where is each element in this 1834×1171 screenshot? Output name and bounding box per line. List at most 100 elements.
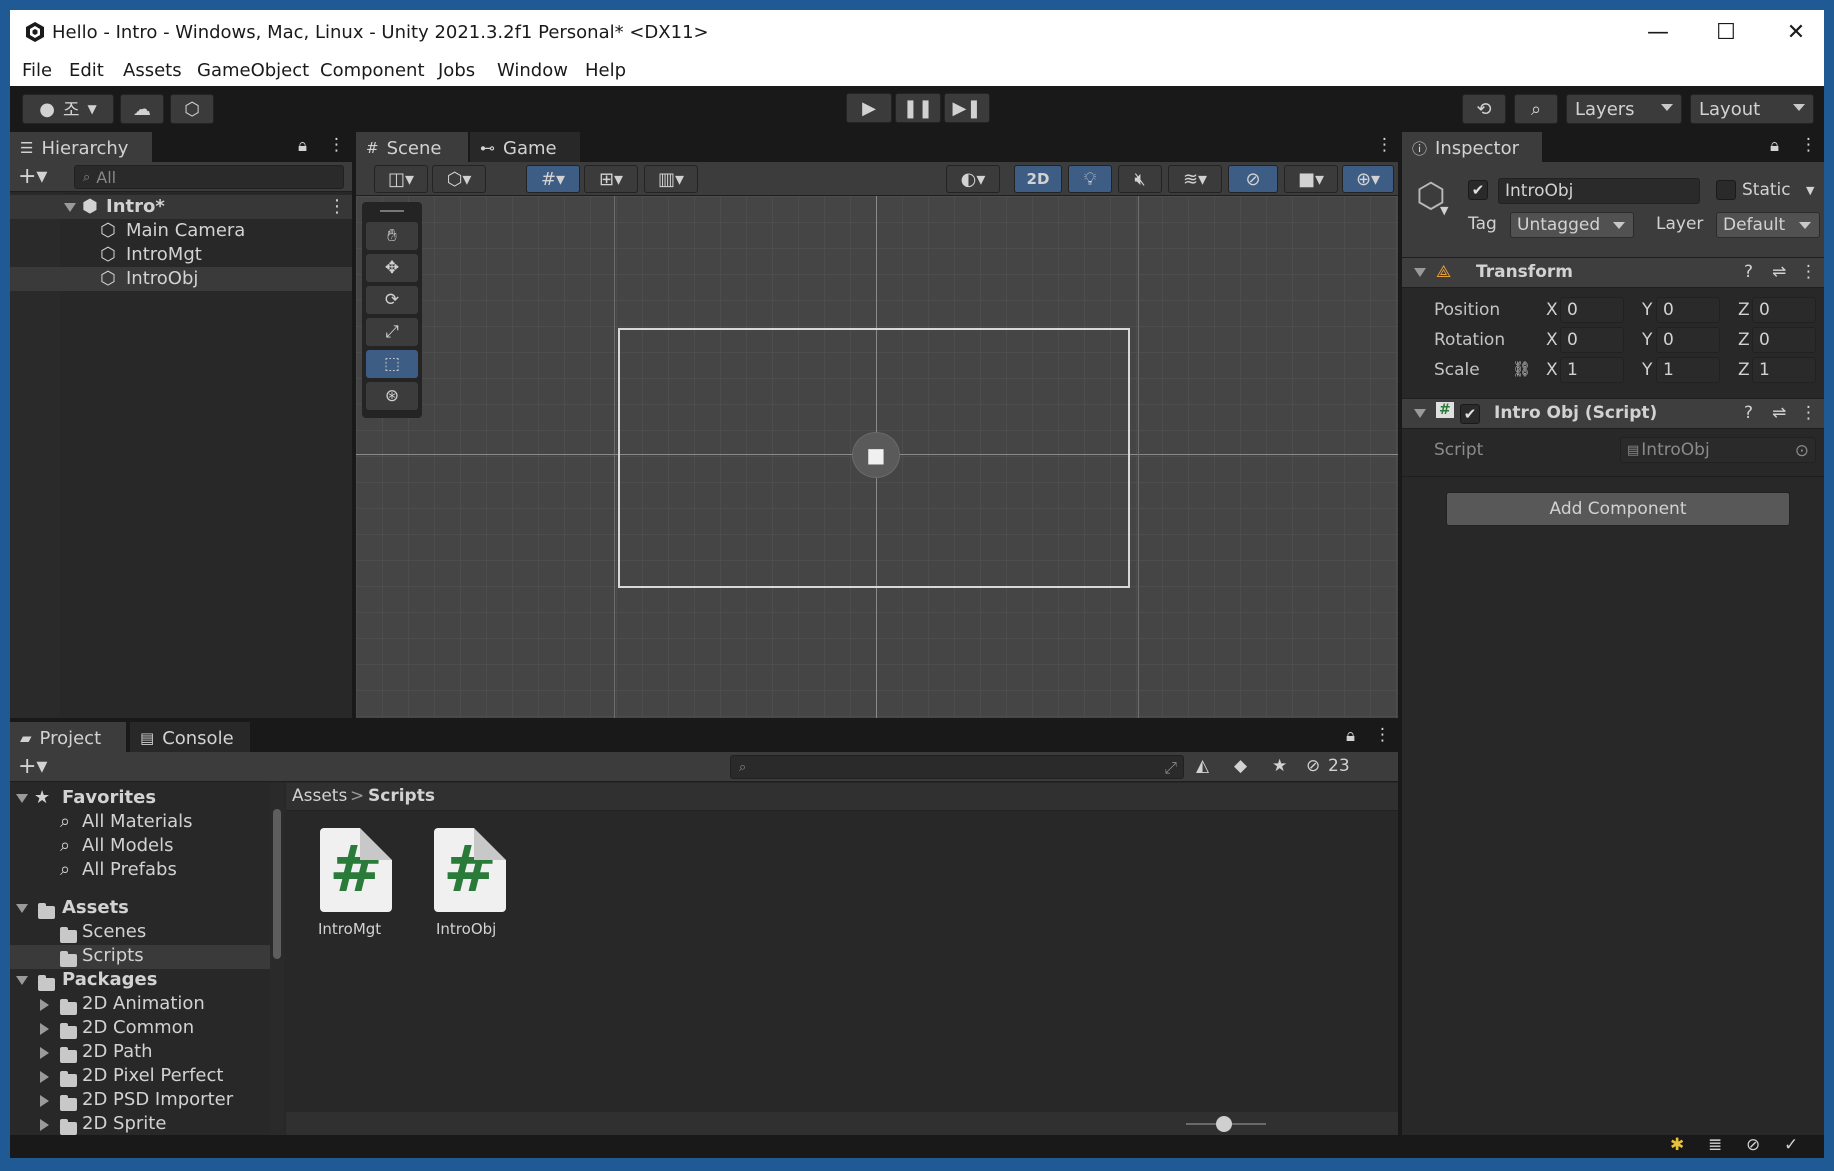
menu-help[interactable]: Help	[585, 60, 626, 81]
link-icon[interactable]: ⛓	[1512, 360, 1531, 378]
expand-icon[interactable]	[40, 1095, 49, 1107]
account-dropdown[interactable]: ● 조 ▼	[22, 94, 114, 124]
breadcrumb-assets[interactable]: Assets	[292, 786, 347, 806]
position-x-field[interactable]: 0	[1560, 297, 1624, 323]
grid-visibility-dropdown[interactable]: ▥▾	[644, 165, 698, 193]
object-name-field[interactable]: IntroObj	[1498, 178, 1700, 204]
preset-icon[interactable]: ⇌	[1772, 403, 1786, 423]
position-z-field[interactable]: 0	[1752, 297, 1816, 323]
menu-window[interactable]: Window	[497, 60, 568, 81]
drag-handle[interactable]	[380, 210, 404, 212]
cloud-button[interactable]: ☁	[120, 94, 164, 124]
tab-console[interactable]: ▤ Console	[130, 722, 250, 752]
help-icon[interactable]: ?	[1744, 403, 1753, 423]
scale-tool[interactable]: ⤢	[366, 318, 418, 346]
collapse-icon[interactable]	[64, 203, 76, 212]
hidden-objects-toggle[interactable]: ⊘	[1228, 165, 1278, 193]
preset-icon[interactable]: ⇌	[1772, 262, 1786, 282]
hierarchy-search-input[interactable]: ⌕ All	[74, 165, 344, 189]
tree-item[interactable]: ⌕ All Models	[10, 835, 270, 859]
tab-project[interactable]: ▰ Project	[10, 722, 126, 752]
menu-component[interactable]: Component	[320, 60, 425, 81]
script-component-header[interactable]: # ✔ Intro Obj (Script) ? ⇌ ⋮	[1402, 399, 1824, 429]
tree-item[interactable]: Scenes	[10, 921, 270, 945]
expand-icon[interactable]	[40, 1071, 49, 1083]
more-options-icon[interactable]: ⋮	[328, 135, 345, 155]
effects-dropdown[interactable]: ≋▾	[1168, 165, 1222, 193]
rotate-tool[interactable]: ⟳	[366, 286, 418, 314]
tree-item[interactable]: 2D Common	[10, 1017, 270, 1041]
step-button[interactable]: ▶❚	[944, 93, 990, 123]
object-picker-icon[interactable]: ⊙	[1795, 441, 1809, 461]
rotation-z-field[interactable]: 0	[1752, 327, 1816, 353]
lock-icon[interactable]: 🔒︎	[1770, 136, 1779, 156]
tree-favorites[interactable]: ★ Favorites	[10, 787, 270, 811]
collab-button[interactable]: ⬡	[170, 94, 214, 124]
rect-tool[interactable]: ⬚	[366, 350, 418, 378]
transform-tool[interactable]: ⊛	[366, 382, 418, 410]
tree-packages[interactable]: Packages	[10, 969, 270, 993]
scene-viewport[interactable]: ■ ✋︎ ✥ ⟳ ⤢ ⬚ ⊛	[356, 196, 1398, 718]
bug-icon[interactable]: ✱	[1670, 1135, 1684, 1155]
tree-item[interactable]: 2D Path	[10, 1041, 270, 1065]
collapse-icon[interactable]	[16, 904, 28, 913]
tab-hierarchy[interactable]: ☰ Hierarchy	[10, 132, 152, 162]
collapse-icon[interactable]	[1414, 409, 1426, 418]
help-icon[interactable]: ?	[1744, 262, 1753, 282]
zoom-slider-thumb[interactable]	[1216, 1116, 1232, 1132]
collapse-icon[interactable]	[1414, 268, 1426, 277]
move-tool[interactable]: ✥	[366, 254, 418, 282]
progress-check-icon[interactable]: ✓	[1784, 1135, 1798, 1155]
scene-row[interactable]: ⬢ Intro* ⋮	[10, 195, 352, 219]
tree-item[interactable]: 2D Animation	[10, 993, 270, 1017]
search-button[interactable]: ⌕	[1514, 94, 1558, 124]
tree-item-selected[interactable]: Scripts	[10, 945, 270, 969]
camera-gizmo-icon[interactable]: ■	[852, 432, 900, 478]
active-checkbox[interactable]: ✔	[1468, 180, 1488, 200]
rotation-x-field[interactable]: 0	[1560, 327, 1624, 353]
scale-z-field[interactable]: 1	[1752, 357, 1816, 383]
scale-y-field[interactable]: 1	[1656, 357, 1720, 383]
tree-assets[interactable]: Assets	[10, 897, 270, 921]
shading-mode-dropdown[interactable]: ◐▾	[946, 165, 1000, 193]
hierarchy-item[interactable]: ⬡ IntroMgt	[10, 243, 352, 267]
close-button[interactable]: ✕	[1768, 10, 1824, 54]
more-options-icon[interactable]: ⋮	[1800, 262, 1817, 282]
file-item[interactable]: # IntroObj	[420, 828, 520, 948]
menu-assets[interactable]: Assets	[123, 60, 182, 81]
more-options-icon[interactable]: ⋮	[328, 196, 346, 217]
tab-game[interactable]: ⊷ Game	[470, 132, 580, 162]
file-item[interactable]: # IntroMgt	[306, 828, 406, 948]
hand-tool[interactable]: ✋︎	[366, 222, 418, 250]
menu-file[interactable]: File	[22, 60, 52, 81]
lighting-toggle[interactable]: 💡︎	[1068, 165, 1112, 193]
lock-icon[interactable]: 🔒︎	[1346, 726, 1355, 746]
maximize-button[interactable]: ☐	[1698, 10, 1754, 54]
transform-header[interactable]: ⟁ Transform ? ⇌ ⋮	[1402, 258, 1824, 288]
scrollbar-thumb[interactable]	[273, 809, 281, 959]
camera-dropdown[interactable]: ■▾	[1284, 165, 1338, 193]
menu-jobs[interactable]: Jobs	[438, 60, 475, 81]
star-icon[interactable]: ★	[1272, 756, 1287, 776]
layer-dropdown[interactable]: Default	[1716, 212, 1820, 238]
script-enabled-checkbox[interactable]: ✔	[1460, 404, 1480, 424]
tab-scene[interactable]: # Scene	[356, 132, 468, 162]
minimize-button[interactable]: —	[1630, 10, 1686, 54]
cache-server-icon[interactable]: ≣	[1708, 1135, 1722, 1155]
add-icon[interactable]: +▾	[18, 754, 47, 779]
script-reference-field[interactable]: ▤ IntroObj ⊙	[1620, 437, 1816, 463]
tool-handle-dropdown[interactable]: ⬡▾	[432, 165, 486, 193]
hierarchy-item-selected[interactable]: ⬡ IntroObj	[10, 267, 352, 291]
layers-dropdown[interactable]: Layers	[1566, 94, 1682, 124]
tree-item[interactable]: 2D Sprite	[10, 1113, 270, 1135]
project-search-input[interactable]: ⌕ ⤢	[730, 755, 1184, 779]
draw-mode-dropdown[interactable]: ◫▾	[374, 165, 428, 193]
search-expand-icon[interactable]: ⤢	[1164, 758, 1177, 778]
add-icon[interactable]: +▾	[18, 164, 47, 189]
static-checkbox[interactable]	[1716, 180, 1736, 200]
tree-scrollbar[interactable]	[270, 783, 284, 1135]
audio-toggle[interactable]: 🔇︎	[1118, 165, 1162, 193]
increment-snap-dropdown[interactable]: ⊞▾	[584, 165, 638, 193]
add-component-button[interactable]: Add Component	[1446, 492, 1790, 526]
tree-item[interactable]: ⌕ All Prefabs	[10, 859, 270, 883]
